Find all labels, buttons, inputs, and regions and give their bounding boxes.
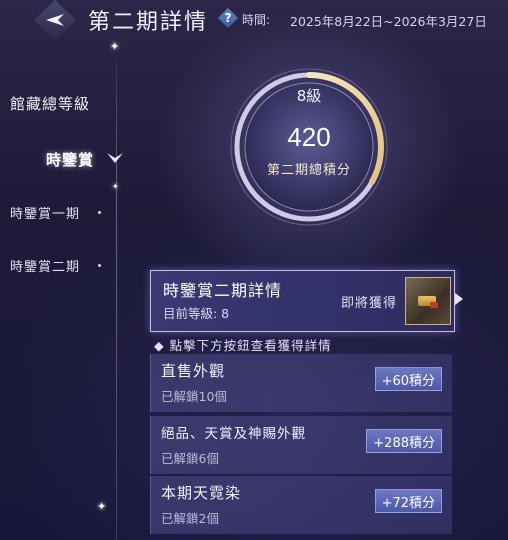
category-title: 直售外觀 (161, 362, 226, 380)
points-button[interactable]: +60積分 (374, 367, 442, 391)
period-label: 時間: (242, 13, 271, 27)
level-text: 8級 (296, 87, 322, 105)
nav-item-time-appraisal[interactable]: 時鑒賞 (46, 149, 94, 170)
points-button[interactable]: +288積分 (366, 429, 442, 453)
category-title: 本期天霓染 (161, 484, 242, 502)
period-detail-panel[interactable]: 時鑒賞二期詳情 目前等級: 8 即將獲得 (150, 270, 455, 332)
category-title: 絕品、天賞及神賜外觀 (161, 426, 306, 442)
chevron-right-icon (455, 293, 463, 305)
ribbon-icon (430, 302, 438, 308)
sparkle-icon: ✦ (97, 500, 107, 513)
upcoming-reward-label: 即將獲得 (341, 296, 398, 311)
current-level: 目前等級: 8 (163, 306, 230, 321)
question-diamond-icon[interactable]: ? (218, 8, 238, 28)
category-unlocked: 已解鎖6個 (161, 451, 219, 466)
category-unlocked: 已解鎖10個 (161, 389, 227, 404)
chevron-down-icon (107, 153, 123, 163)
page-title: 第二期詳情 (88, 10, 209, 35)
period-value: 2025年8月22日~2026年3月27日 (290, 14, 487, 29)
category-card[interactable]: 絕品、天賞及神賜外觀 已解鎖6個 +288積分 (150, 416, 452, 474)
category-card[interactable]: 本期天霓染 已解鎖2個 +72積分 (150, 476, 452, 534)
nav-dot (98, 264, 101, 267)
level-ring: 8級 420 第二期總積分 (227, 65, 391, 229)
reward-item-icon[interactable] (405, 277, 451, 325)
total-score-label: 第二期總積分 (266, 163, 351, 178)
category-unlocked: 已解鎖2個 (161, 511, 219, 526)
points-button[interactable]: +72積分 (374, 489, 442, 513)
back-arrow-icon (46, 14, 64, 26)
nav-item-period-2[interactable]: 時鑒賞二期 (10, 256, 80, 275)
back-button[interactable] (34, 0, 76, 40)
hint-text: ◆ 點擊下方按鈕查看獲得詳情 (154, 338, 332, 353)
nav-item-period-1[interactable]: 時鑒賞一期 (10, 203, 80, 222)
nav-dot (98, 211, 101, 214)
sparkle-icon: ✦ (112, 182, 119, 191)
nav-divider (116, 60, 117, 540)
category-card[interactable]: 直售外觀 已解鎖10個 +60積分 (150, 354, 452, 412)
detail-title: 時鑒賞二期詳情 (163, 281, 283, 300)
sparkle-icon: ✦ (110, 40, 120, 53)
total-score: 420 (287, 122, 331, 152)
nav-item-collection-level[interactable]: 館藏總等級 (10, 93, 90, 114)
